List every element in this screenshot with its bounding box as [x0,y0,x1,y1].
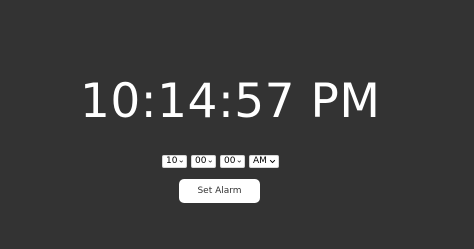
second-select[interactable]: 00 [220,155,245,168]
chevron-down-icon [238,160,242,163]
hour-select[interactable]: 10 [162,155,187,168]
chevron-down-icon [209,160,213,163]
minute-select-value: 00 [195,156,207,166]
alarm-time-selectors: 10 00 00 AM [162,155,279,168]
clock-display: 10:14:57 PM [80,73,381,129]
ampm-select[interactable]: AM [249,155,279,168]
second-select-value: 00 [224,156,236,166]
chevron-down-icon [269,159,276,164]
chevron-down-icon [180,160,184,163]
minute-select[interactable]: 00 [191,155,216,168]
hour-select-value: 10 [166,156,178,166]
set-alarm-button[interactable]: Set Alarm [179,179,260,203]
ampm-select-value: AM [253,156,267,166]
